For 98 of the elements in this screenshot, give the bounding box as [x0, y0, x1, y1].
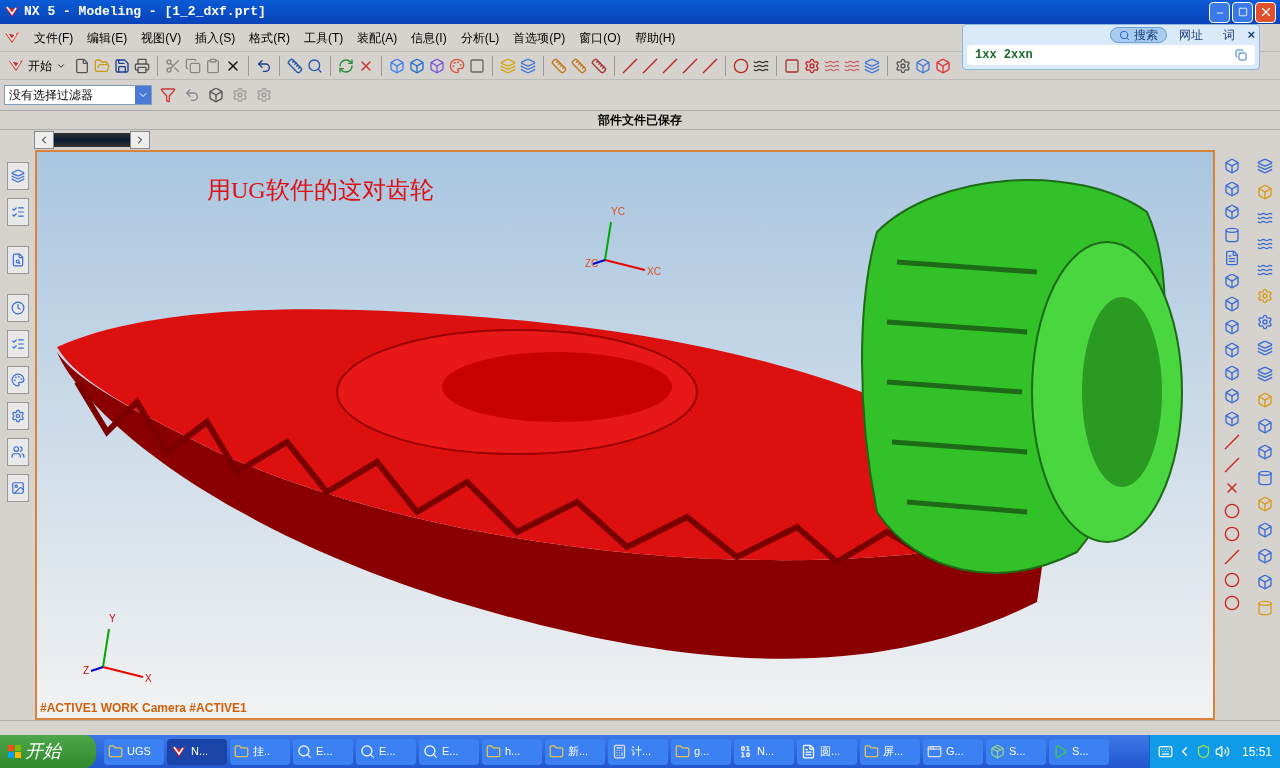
- panel-icon: [10, 301, 25, 315]
- restore-button[interactable]: [1232, 1, 1253, 23]
- menu-item[interactable]: 插入(S): [195, 28, 236, 47]
- binary-icon: [738, 744, 753, 759]
- resource-bar-tab[interactable]: [6, 438, 29, 466]
- axis-label: YC: [611, 205, 625, 219]
- menu-item[interactable]: 文件(F): [34, 28, 74, 47]
- search-icon: [360, 744, 375, 759]
- search-tab[interactable]: 网址: [1171, 27, 1212, 43]
- windows-logo-icon: [8, 745, 21, 758]
- gear-icon[interactable]: [232, 87, 248, 103]
- taskbar-button[interactable]: UGS: [104, 738, 164, 765]
- taskbar-button[interactable]: S...: [1049, 738, 1109, 765]
- search-tab[interactable]: 词: [1215, 27, 1244, 43]
- taskbar-button[interactable]: 计...: [608, 738, 668, 765]
- menu-item[interactable]: 帮助(H): [634, 28, 676, 47]
- minimize-button[interactable]: [1209, 1, 1230, 23]
- resource-bar-tab[interactable]: [6, 294, 29, 322]
- start-button[interactable]: 开始: [4, 56, 70, 75]
- resource-bar-tab[interactable]: [6, 162, 29, 190]
- search-icon: [423, 744, 438, 759]
- close-button[interactable]: [1255, 1, 1276, 23]
- start-button[interactable]: 开始: [0, 735, 96, 768]
- restore-icon: [1237, 7, 1248, 17]
- filter-dropdown[interactable]: 没有选择过滤器: [4, 85, 152, 105]
- folder-icon: [108, 744, 123, 759]
- speaker-icon[interactable]: [1214, 744, 1230, 759]
- taskbar-button[interactable]: G...: [923, 738, 983, 765]
- window-title: NX 5 - Modeling - [1_2_dxf.prt]: [24, 3, 266, 22]
- taskbar-button[interactable]: S...: [986, 738, 1046, 765]
- filter-icon[interactable]: [160, 87, 176, 103]
- search-icon: [297, 744, 312, 759]
- axis-label: XC: [647, 265, 661, 279]
- menu-item[interactable]: 编辑(E): [87, 28, 128, 47]
- search-tab[interactable]: 搜索: [1110, 27, 1168, 43]
- box-icon: [990, 744, 1005, 759]
- panel-icon: [10, 445, 25, 459]
- axis-label: Y: [109, 612, 116, 626]
- status-message: 部件文件已保存: [598, 112, 682, 129]
- scroll-left-button[interactable]: [34, 131, 54, 149]
- axis-label: X: [145, 672, 152, 686]
- box-icon[interactable]: [208, 87, 224, 103]
- menu-item[interactable]: 信息(I): [411, 28, 447, 47]
- taskbar-button[interactable]: 挂..: [230, 738, 290, 765]
- taskbar-button[interactable]: E...: [419, 738, 479, 765]
- search-icon: [1119, 29, 1131, 41]
- resource-bar-tab[interactable]: [6, 402, 29, 430]
- calc-icon: [612, 744, 627, 759]
- taskbar-button[interactable]: E...: [356, 738, 416, 765]
- resource-bar-tab[interactable]: [6, 474, 29, 502]
- taskbar-button[interactable]: h...: [482, 738, 542, 765]
- folder-icon: [486, 744, 501, 759]
- taskbar-button[interactable]: 新...: [545, 738, 605, 765]
- word-icon: [801, 744, 816, 759]
- close-button[interactable]: ×: [1247, 25, 1255, 45]
- taskbar-button[interactable]: g...: [671, 738, 731, 765]
- undo-icon[interactable]: [184, 87, 200, 103]
- taskbar-button[interactable]: 屏...: [860, 738, 920, 765]
- axis-label: ZC: [585, 257, 599, 271]
- app-icon: [927, 744, 942, 759]
- menu-item[interactable]: 装配(A): [357, 28, 398, 47]
- panel-icon: [10, 205, 25, 219]
- play-icon: [1053, 744, 1068, 759]
- gear-icon[interactable]: [256, 87, 272, 103]
- copy-icon[interactable]: [1235, 49, 1247, 61]
- menu-item[interactable]: 首选项(P): [513, 28, 566, 47]
- resource-bar-tab[interactable]: [6, 246, 29, 274]
- menu-item[interactable]: 窗口(O): [579, 28, 621, 47]
- search-field[interactable]: 1xx 2xxn: [967, 45, 1255, 65]
- panel-icon: [10, 409, 25, 423]
- resource-bar-tab[interactable]: [6, 198, 29, 226]
- folder-icon: [864, 744, 879, 759]
- taskbar-button[interactable]: N...: [167, 738, 227, 765]
- panel-icon: [10, 337, 25, 351]
- panel-icon: [10, 253, 25, 267]
- menu-item[interactable]: 分析(L): [460, 28, 500, 47]
- menu-item[interactable]: 工具(T): [304, 28, 344, 47]
- axis-triad-icon: [90, 628, 144, 678]
- menu-item[interactable]: 视图(V): [141, 28, 182, 47]
- folder-icon: [549, 744, 564, 759]
- axis-label: Z: [83, 664, 90, 678]
- menu-item[interactable]: 格式(R): [249, 28, 290, 47]
- clock: 15:51: [1241, 743, 1272, 761]
- panel-icon: [10, 373, 25, 387]
- folder-icon: [675, 744, 690, 759]
- shield-icon[interactable]: [1195, 744, 1211, 759]
- folder-icon: [234, 744, 249, 759]
- panel-icon: [10, 169, 25, 183]
- taskbar-button[interactable]: E...: [293, 738, 353, 765]
- taskbar-button[interactable]: 圆...: [797, 738, 857, 765]
- taskbar-button[interactable]: N...: [734, 738, 794, 765]
- resource-bar-tab[interactable]: [6, 330, 29, 358]
- caption-text: 用UG软件的这对齿轮: [207, 176, 434, 205]
- keyboard-icon[interactable]: [1157, 744, 1173, 759]
- view-label: #ACTIVE1 WORK Camera #ACTIVE1: [40, 700, 247, 717]
- resource-bar-tab[interactable]: [6, 366, 29, 394]
- scroll-right-button[interactable]: [130, 131, 150, 149]
- panel-icon: [10, 481, 25, 495]
